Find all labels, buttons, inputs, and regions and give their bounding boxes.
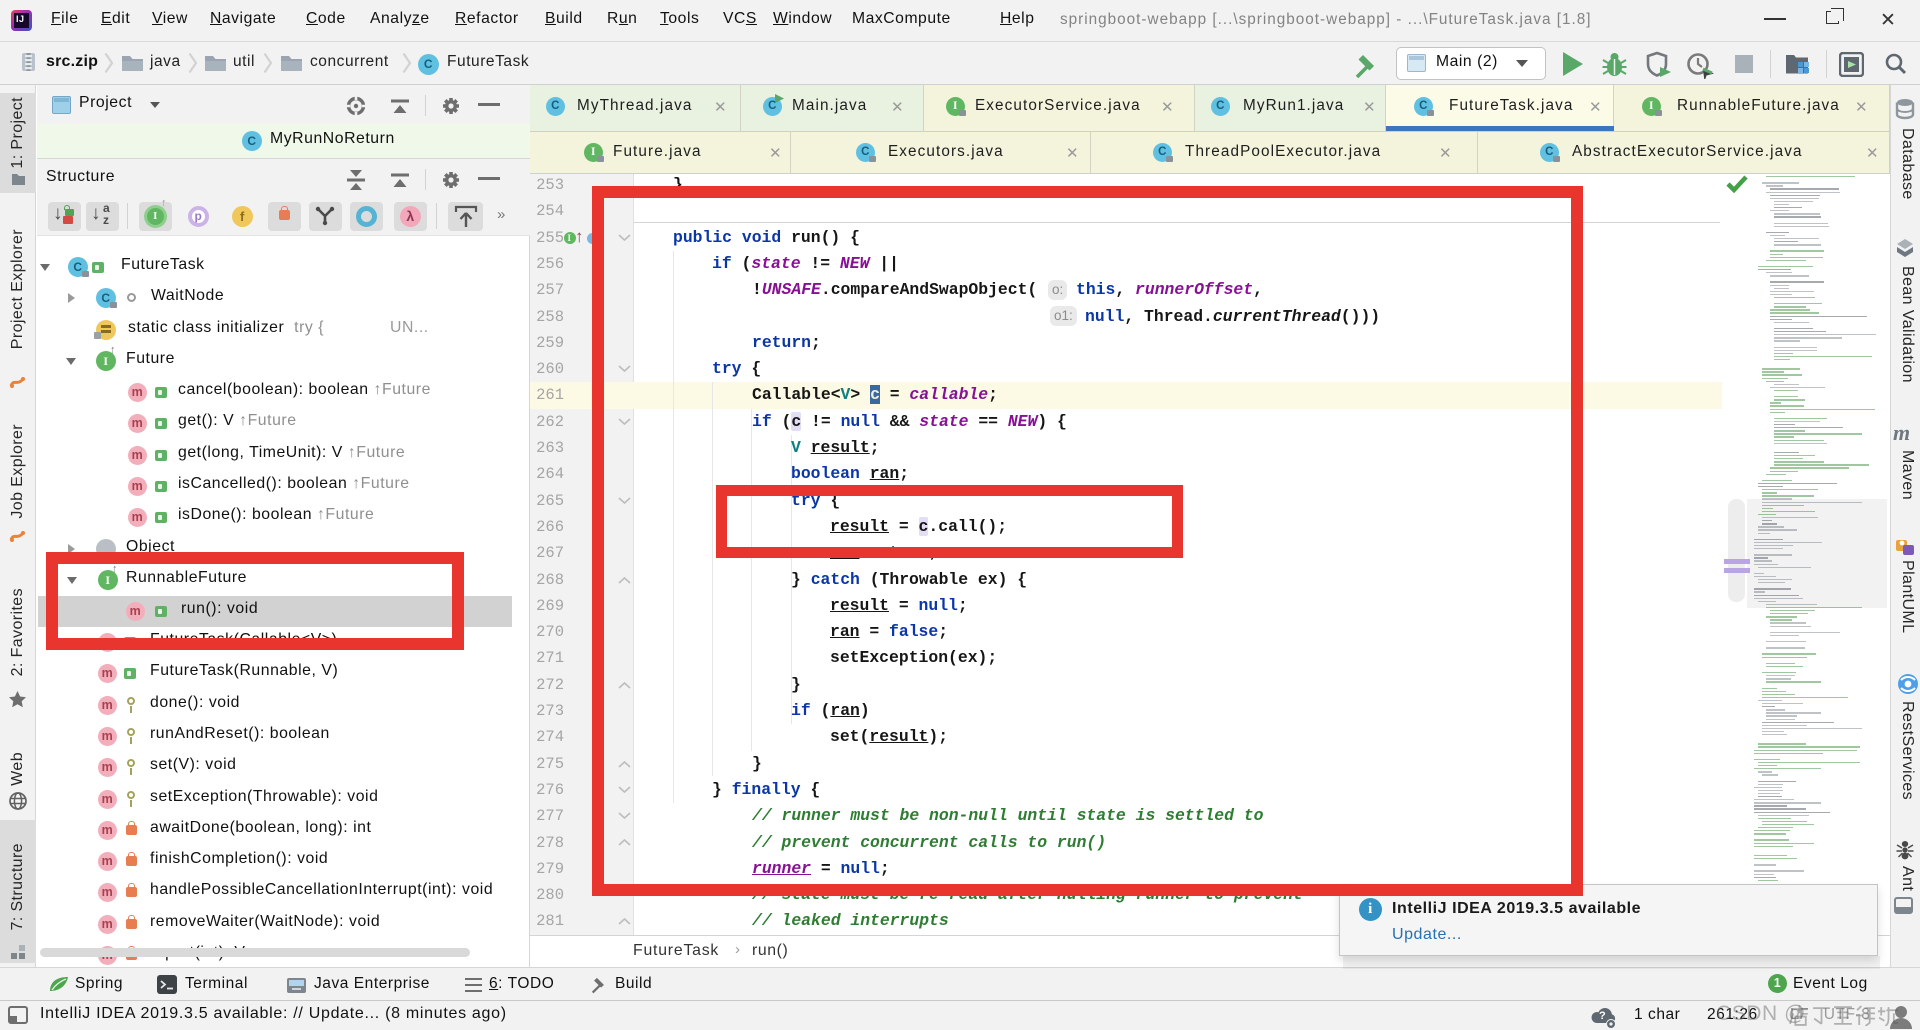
svg-text:?: ?	[1599, 1010, 1606, 1022]
